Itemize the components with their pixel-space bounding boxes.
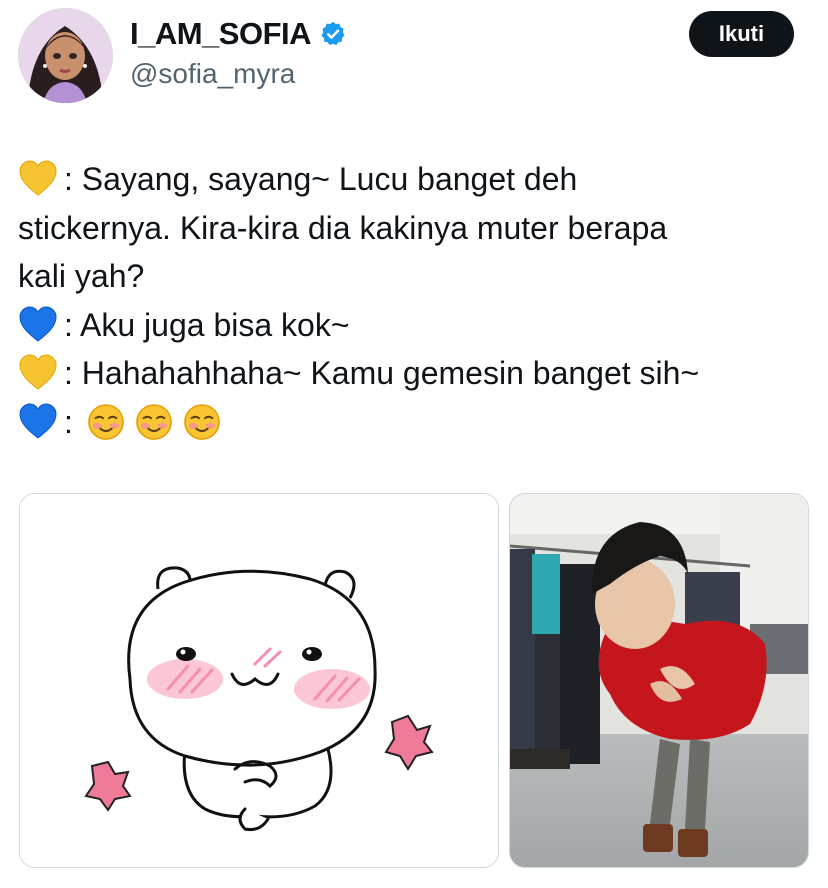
blue-heart-icon [19,403,57,439]
tweet-line: : Hahahahhaha~ Kamu gemesin banget sih~ [18,349,808,398]
tweet-line: stickernya. Kira-kira dia kakinya muter … [18,204,808,253]
tweet-line-text: stickernya. Kira-kira dia kakinya muter … [18,209,668,246]
avatar-image [18,8,113,103]
author-name-row: I_AM_SOFIA [130,14,347,54]
smiling-face-icon [136,403,172,440]
smiling-face-icon [88,403,124,440]
media-sticker-image[interactable] [19,493,499,868]
yellow-heart-icon [19,160,57,196]
bear-sticker-illustration [20,494,498,867]
tweet-line: : [18,398,808,447]
tweet-line-text: : Sayang, sayang~ Lucu banget deh [64,161,578,197]
tweet-text: : Sayang, sayang~ Lucu banget deh sticke… [18,155,808,446]
tweet-line: kali yah? [18,252,808,301]
person-photo [510,494,808,867]
display-name[interactable]: I_AM_SOFIA [130,16,312,52]
author-handle[interactable]: @sofia_myra [130,58,295,90]
follow-button[interactable]: Ikuti [689,11,794,57]
yellow-heart-icon [19,354,57,390]
tweet-line: : Sayang, sayang~ Lucu banget deh [18,155,808,204]
avatar[interactable] [18,8,113,103]
tweet-line-text: : [64,403,73,440]
verified-badge-icon [321,21,345,46]
tweet-line-text: kali yah? [18,258,145,294]
blue-heart-icon [19,306,57,342]
tweet-line-text: : Aku juga bisa kok~ [64,306,350,343]
smiling-face-icon [184,403,220,440]
media-photo-image[interactable] [509,493,809,868]
tweet-line: : Aku juga bisa kok~ [18,301,808,350]
tweet-line-text: : Hahahahhaha~ Kamu gemesin banget sih~ [64,355,700,391]
